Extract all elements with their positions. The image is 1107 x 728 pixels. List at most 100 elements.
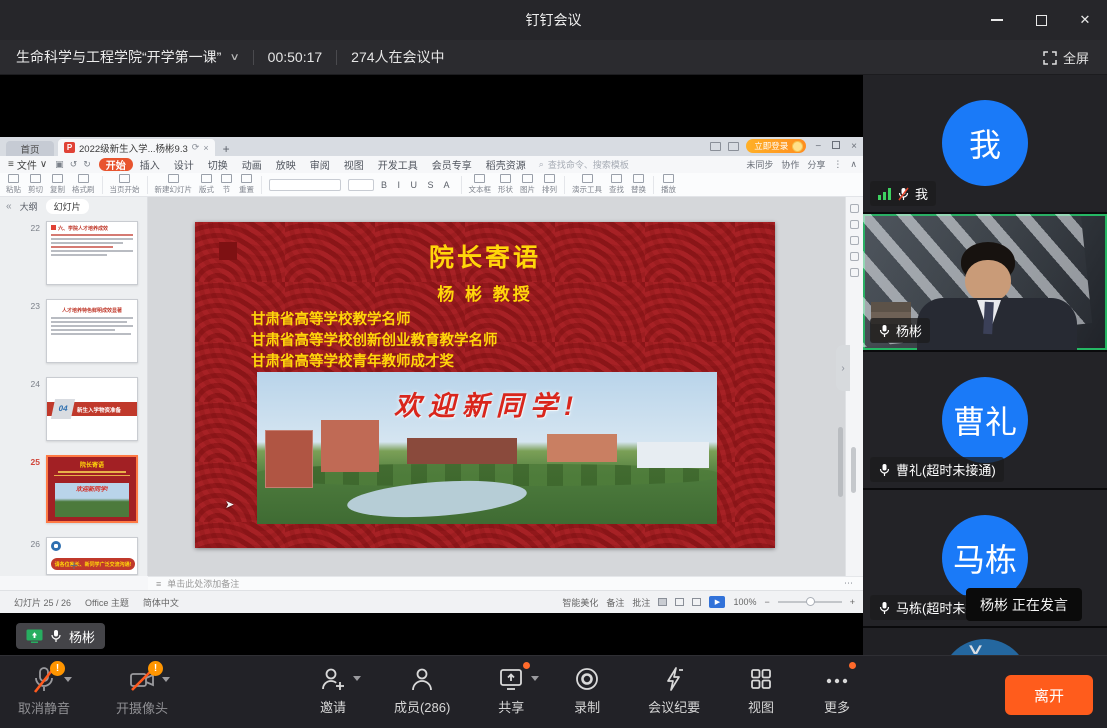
fullscreen-button[interactable]: 全屏 — [1043, 40, 1089, 75]
wps-menu-view[interactable]: 视图 — [337, 157, 371, 172]
kebab-icon[interactable]: ⋮ — [833, 159, 842, 170]
record-button[interactable]: 录制 — [572, 665, 602, 716]
playback-button[interactable]: 播放 — [661, 174, 676, 195]
participant-tile-caoli[interactable]: 曹礼 曹礼(超时未接通) — [863, 350, 1107, 488]
wps-file-menu[interactable]: ≡ 文件 ∨ — [0, 157, 55, 172]
copy-button[interactable]: 复制 — [50, 174, 65, 195]
minimize-button[interactable] — [975, 0, 1019, 40]
canvas-scrollbar[interactable] — [838, 427, 843, 497]
wps-quick-access-icons[interactable]: ▣ ↺ ↻ — [55, 159, 91, 170]
beautify-button[interactable]: 智能美化 — [562, 596, 598, 609]
zoom-level[interactable]: 100% — [733, 597, 756, 607]
replace-button[interactable]: 替换 — [631, 174, 646, 195]
find-button[interactable]: 查找 — [609, 174, 624, 195]
wps-menu-transition[interactable]: 切换 — [201, 157, 235, 172]
invite-button[interactable]: 邀请 — [318, 665, 348, 716]
wps-home-tab[interactable]: 首页 — [6, 141, 54, 156]
share-caret-icon[interactable] — [531, 676, 539, 681]
wps-menu-member[interactable]: 会员专享 — [425, 157, 479, 172]
wps-menu-home[interactable]: 开始 — [99, 158, 133, 171]
zoom-in-button[interactable]: + — [850, 597, 855, 607]
leave-meeting-button[interactable]: 离开 — [1005, 675, 1093, 715]
current-slide[interactable]: 院长寄语 杨 彬 教授 甘肃省高等学校教学名师 甘肃省高等学校创新创业教育教学名… — [195, 222, 775, 548]
view-button[interactable]: 视图 — [746, 665, 776, 716]
mic-options-caret-icon[interactable] — [64, 677, 72, 682]
notes-bar[interactable]: ≡ 单击此处添加备注 ⋯ — [148, 576, 863, 590]
tab-close-icon[interactable]: × — [203, 143, 208, 153]
rail-tool-icon[interactable] — [850, 268, 859, 277]
collapse-panel-icon[interactable]: « — [6, 201, 12, 212]
expand-sidebar-handle[interactable]: › — [836, 345, 850, 391]
slideshow-play-button[interactable]: ▶ — [709, 596, 725, 608]
rail-tool-icon[interactable] — [850, 252, 859, 261]
minutes-button[interactable]: 会议纪要 — [648, 665, 700, 716]
wps-menu-design[interactable]: 设计 — [167, 157, 201, 172]
notes-more-icon[interactable]: ⋯ — [844, 578, 853, 589]
wps-login-button[interactable]: 立即登录 — [746, 139, 806, 153]
close-button[interactable]: ✕ — [1063, 0, 1107, 40]
new-tab-button[interactable]: + — [223, 142, 230, 156]
unmute-button[interactable]: ! 取消静音 — [18, 666, 70, 717]
participant-tile-partial[interactable]: ∨ — [863, 626, 1107, 655]
more-button[interactable]: 更多 — [822, 665, 852, 716]
tab-slides[interactable]: 幻灯片 — [46, 199, 89, 214]
wps-menu-templates[interactable]: 稻壳资源 — [479, 157, 533, 172]
slide-thumbnail-24[interactable]: 04 新生入学物资准备 — [46, 377, 138, 441]
camera-on-button[interactable]: ! 开摄像头 — [116, 666, 168, 717]
camera-options-caret-icon[interactable] — [162, 677, 170, 682]
font-style-buttons[interactable]: B I U S A — [381, 180, 454, 190]
participant-tile-me[interactable]: 我 我 — [863, 75, 1107, 212]
wps-menu-animation[interactable]: 动画 — [235, 157, 269, 172]
paste-button[interactable]: 粘贴 — [6, 174, 21, 195]
chevron-down-icon[interactable]: ∨ — [230, 52, 240, 63]
wps-document-tab[interactable]: P 2022级新生入学...杨彬9.3 ⟳ × — [58, 139, 215, 156]
rail-tool-icon[interactable] — [850, 236, 859, 245]
rail-scrollbar[interactable] — [851, 447, 856, 493]
section-button[interactable]: 节 — [221, 174, 232, 195]
sync-status[interactable]: 未同步 — [746, 158, 773, 171]
play-from-page-button[interactable]: 当页开始 — [110, 174, 140, 195]
textbox-button[interactable]: 文本框 — [469, 174, 492, 195]
wps-close-button[interactable]: × — [849, 141, 859, 152]
slide-thumbnail-23[interactable]: 人才培养特色鲜明成效显著 — [46, 299, 138, 363]
share-button[interactable]: 分享 — [807, 158, 825, 171]
comments-toggle[interactable]: 批注 — [632, 596, 650, 609]
share-screen-button[interactable]: 共享 — [496, 665, 526, 716]
wps-menu-insert[interactable]: 插入 — [133, 157, 167, 172]
new-slide-button[interactable]: 新建幻灯片 — [155, 174, 193, 195]
wps-search-box[interactable]: ⌕ 查找命令、搜索模板 — [539, 158, 629, 171]
reset-button[interactable]: 重置 — [239, 174, 254, 195]
present-tools-button[interactable]: 演示工具 — [572, 174, 602, 195]
wps-menu-slideshow[interactable]: 放映 — [269, 157, 303, 172]
picture-button[interactable]: 图片 — [520, 174, 535, 195]
add-slide-button[interactable]: + — [0, 553, 148, 576]
zoom-slider[interactable] — [778, 601, 842, 603]
notes-toggle[interactable]: 备注 — [606, 596, 624, 609]
zoom-slider-knob[interactable] — [806, 597, 815, 606]
panes-icon[interactable] — [728, 142, 739, 151]
invite-caret-icon[interactable] — [353, 676, 361, 681]
layout-icon[interactable] — [710, 142, 721, 151]
shapes-button[interactable]: 形状 — [498, 174, 513, 195]
view-sorter-icon[interactable] — [675, 598, 684, 606]
arrange-button[interactable]: 排列 — [542, 174, 557, 195]
status-language[interactable]: 简体中文 — [143, 596, 179, 609]
font-name-select[interactable] — [269, 179, 341, 191]
rail-tool-icon[interactable] — [850, 220, 859, 229]
collapse-ribbon-icon[interactable]: ∧ — [850, 159, 857, 170]
font-size-select[interactable] — [348, 179, 374, 191]
wps-menu-devtools[interactable]: 开发工具 — [371, 157, 425, 172]
wps-menu-review[interactable]: 审阅 — [303, 157, 337, 172]
rail-tool-icon[interactable] — [850, 204, 859, 213]
slide-thumbnail-22[interactable]: 六、学院人才培养成效 — [46, 221, 138, 285]
zoom-out-button[interactable]: − — [764, 597, 769, 607]
refresh-icon[interactable]: ⟳ — [192, 142, 200, 153]
format-painter-button[interactable]: 格式刷 — [72, 174, 95, 195]
tab-outline[interactable]: 大纲 — [20, 200, 38, 213]
view-reading-icon[interactable] — [692, 598, 701, 606]
participant-tile-speaker[interactable]: 杨彬 — [863, 212, 1107, 350]
view-normal-icon[interactable] — [658, 598, 667, 606]
collab-button[interactable]: 协作 — [781, 158, 799, 171]
slide-thumbnail-25-active[interactable]: 院长寄语 欢迎新同学! — [46, 455, 138, 523]
wps-minimize-button[interactable]: − — [813, 141, 823, 152]
